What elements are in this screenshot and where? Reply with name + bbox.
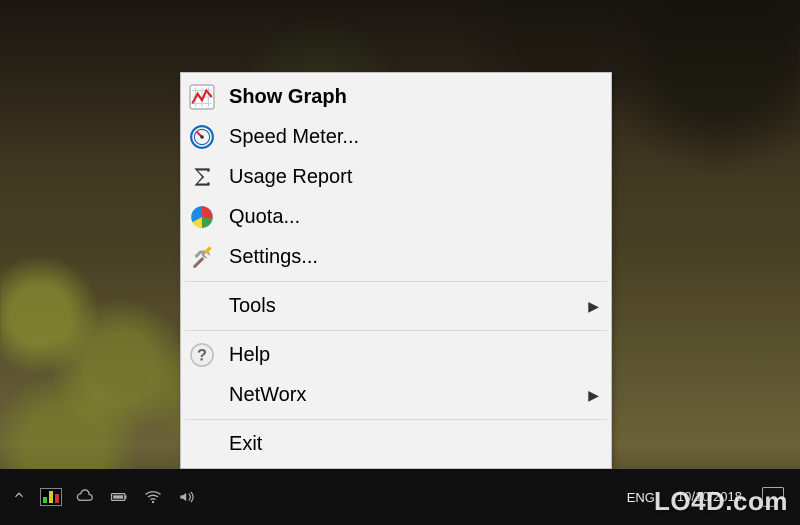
menu-label: Settings... <box>229 246 599 269</box>
menu-item-help[interactable]: ? Help <box>183 335 609 375</box>
onedrive-tray-icon[interactable] <box>71 483 99 511</box>
menu-item-networx[interactable]: NetWorx ▶ <box>183 375 609 415</box>
chevron-right-icon: ▶ <box>588 298 599 315</box>
menu-label: Speed Meter... <box>229 126 599 149</box>
help-icon: ? <box>189 342 215 368</box>
svg-text:?: ? <box>197 346 207 364</box>
menu-item-quota[interactable]: Quota... <box>183 197 609 237</box>
desktop-background: Show Graph Speed Meter... Usage Report Q… <box>0 0 800 525</box>
battery-tray-icon[interactable] <box>105 483 133 511</box>
menu-item-settings[interactable]: Settings... <box>183 237 609 277</box>
watermark-text: LO4D.com <box>654 486 788 517</box>
menu-separator <box>185 281 607 282</box>
volume-tray-icon[interactable] <box>173 483 201 511</box>
blank-icon <box>189 431 215 457</box>
menu-separator <box>185 330 607 331</box>
menu-item-exit[interactable]: Exit <box>183 424 609 464</box>
menu-label: Quota... <box>229 206 599 229</box>
menu-item-usage-report[interactable]: Usage Report <box>183 157 609 197</box>
gauge-icon <box>189 124 215 150</box>
chevron-right-icon: ▶ <box>588 387 599 404</box>
menu-item-tools[interactable]: Tools ▶ <box>183 286 609 326</box>
menu-separator <box>185 419 607 420</box>
menu-label: Tools <box>229 295 588 318</box>
sigma-icon <box>189 164 215 190</box>
blank-icon <box>189 293 215 319</box>
tray-overflow-button[interactable] <box>4 488 34 507</box>
menu-label: NetWorx <box>229 384 588 407</box>
networx-tray-icon[interactable] <box>37 483 65 511</box>
graph-icon <box>189 84 215 110</box>
menu-label: Usage Report <box>229 166 599 189</box>
tools-icon <box>189 244 215 270</box>
wifi-tray-icon[interactable] <box>139 483 167 511</box>
menu-item-speed-meter[interactable]: Speed Meter... <box>183 117 609 157</box>
menu-label: Exit <box>229 433 599 456</box>
tray-context-menu: Show Graph Speed Meter... Usage Report Q… <box>180 72 612 469</box>
menu-label: Help <box>229 344 599 367</box>
menu-label: Show Graph <box>229 86 599 109</box>
menu-item-show-graph[interactable]: Show Graph <box>183 77 609 117</box>
piechart-icon <box>189 204 215 230</box>
blank-icon <box>189 382 215 408</box>
